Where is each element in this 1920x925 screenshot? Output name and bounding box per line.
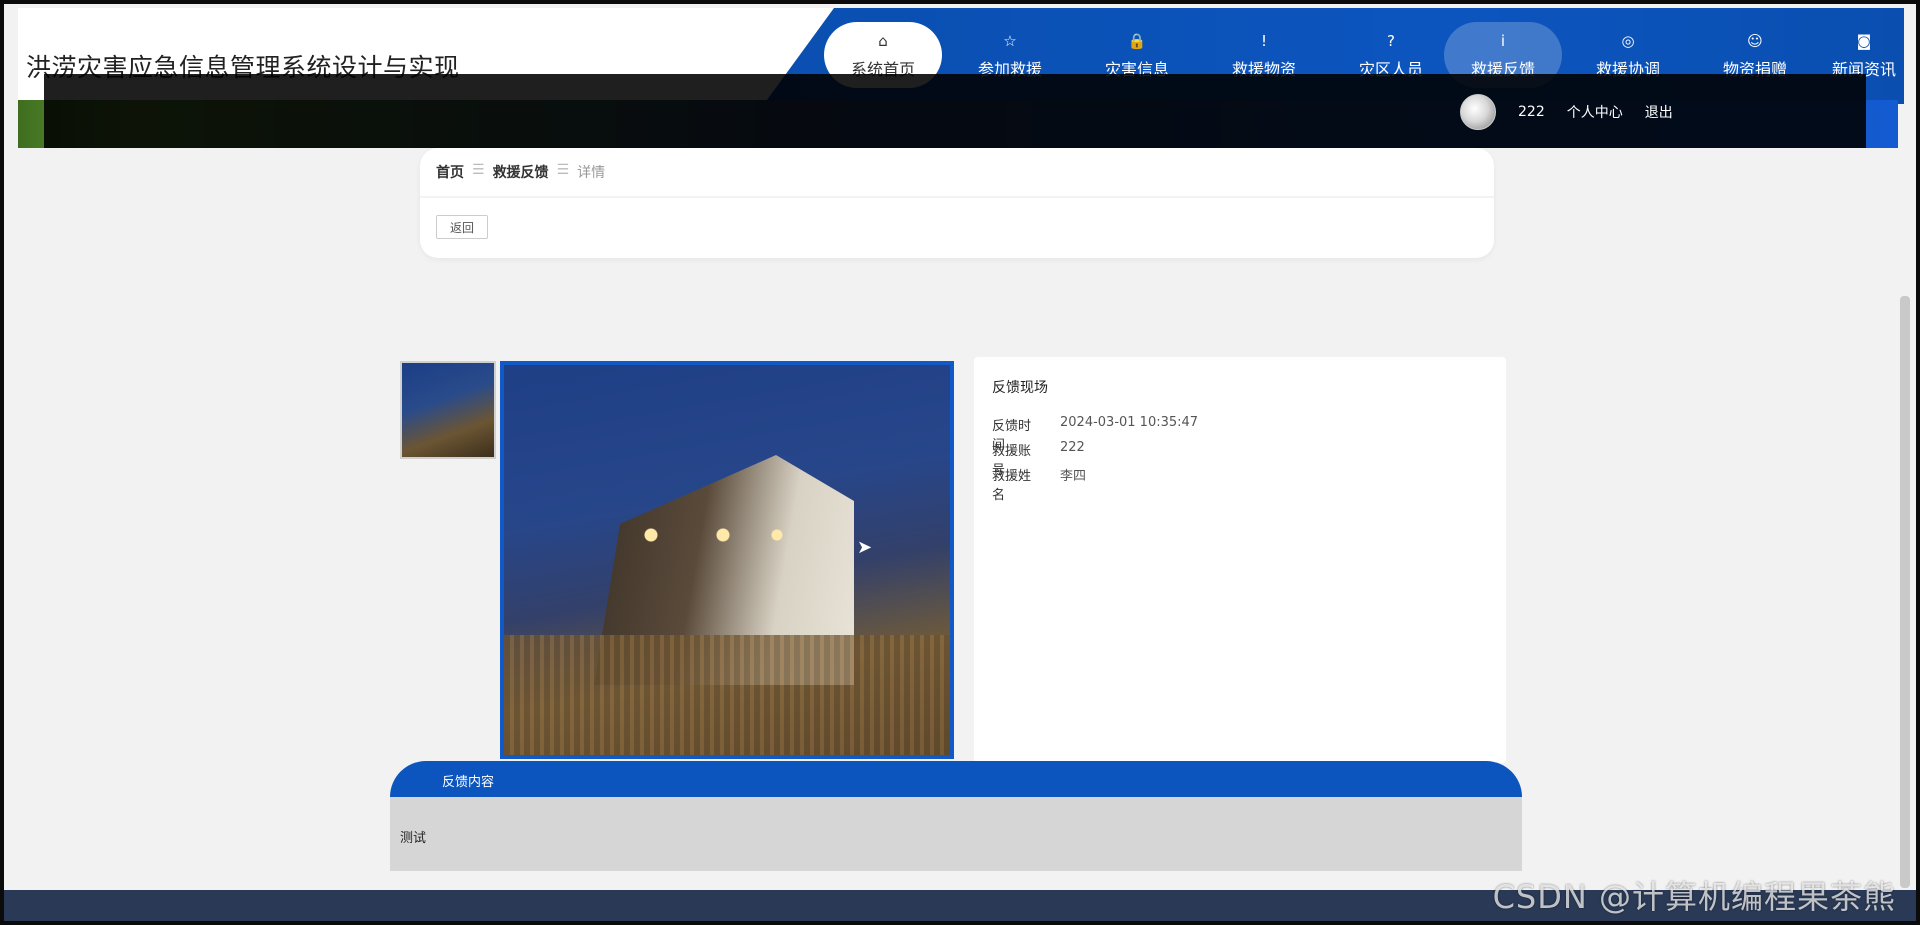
profile-link[interactable]: 个人中心 — [1567, 102, 1623, 122]
breadcrumb-home[interactable]: 首页 — [436, 162, 464, 182]
lock-icon: 🔒 — [1127, 32, 1147, 50]
breadcrumb: 首页 ☰ 救援反馈 ☰ 详情 — [436, 162, 605, 182]
back-button[interactable]: 返回 — [436, 215, 488, 239]
coordinate-icon: ◎ — [1621, 32, 1635, 50]
username: 222 — [1518, 104, 1545, 120]
home-icon: ⌂ — [878, 32, 888, 50]
lights-illustration — [624, 515, 804, 555]
detail-key: 救援姓名 — [992, 469, 1032, 503]
smile-icon: ☺ — [1747, 32, 1763, 50]
avatar[interactable] — [1460, 94, 1496, 130]
breadcrumb-card: 首页 ☰ 救援反馈 ☰ 详情 返回 — [420, 148, 1494, 258]
content-text: 测试 — [400, 831, 427, 846]
breadcrumb-current: 详情 — [577, 165, 606, 181]
breadcrumb-section[interactable]: 救援反馈 — [493, 162, 549, 182]
gallery-thumbnail[interactable] — [400, 361, 496, 459]
scrollbar[interactable] — [1900, 296, 1910, 888]
alert-icon: ! — [1260, 32, 1267, 50]
logout-link[interactable]: 退出 — [1645, 102, 1673, 122]
fence-illustration — [504, 635, 950, 755]
watermark: CSDN @计算机编程果茶熊 — [1492, 878, 1896, 916]
detail-title: 反馈现场 — [992, 380, 1048, 396]
divider — [420, 196, 1494, 198]
mouse-cursor-icon: ➤ — [857, 537, 873, 558]
detail-value: 李四 — [1060, 469, 1087, 484]
feedback-main-image — [500, 361, 954, 759]
content-section-title: 反馈内容 — [442, 775, 495, 790]
content-section-header: 反馈内容 — [390, 761, 1522, 797]
content-section-body: 测试 — [390, 797, 1522, 871]
user-menu: 222 个人中心 退出 — [1460, 94, 1673, 130]
help-icon: ? — [1387, 32, 1395, 50]
camera-icon: ◙ — [1856, 32, 1872, 50]
breadcrumb-separator-icon: ☰ — [472, 162, 485, 178]
app-window: 洪涝灾害应急信息管理系统设计与实现 ⌂ 系统首页 ☆ 参加救援 🔒 灾害信息 !… — [0, 0, 1920, 925]
detail-row: 救援姓名 李四 — [992, 465, 1086, 503]
info-icon: i — [1500, 32, 1506, 50]
star-icon: ☆ — [1003, 32, 1017, 50]
breadcrumb-separator-icon: ☰ — [556, 162, 570, 178]
detail-info-panel: 反馈现场 反馈时间 2024-03-01 10:35:47 救援账号 222 救… — [974, 357, 1506, 763]
